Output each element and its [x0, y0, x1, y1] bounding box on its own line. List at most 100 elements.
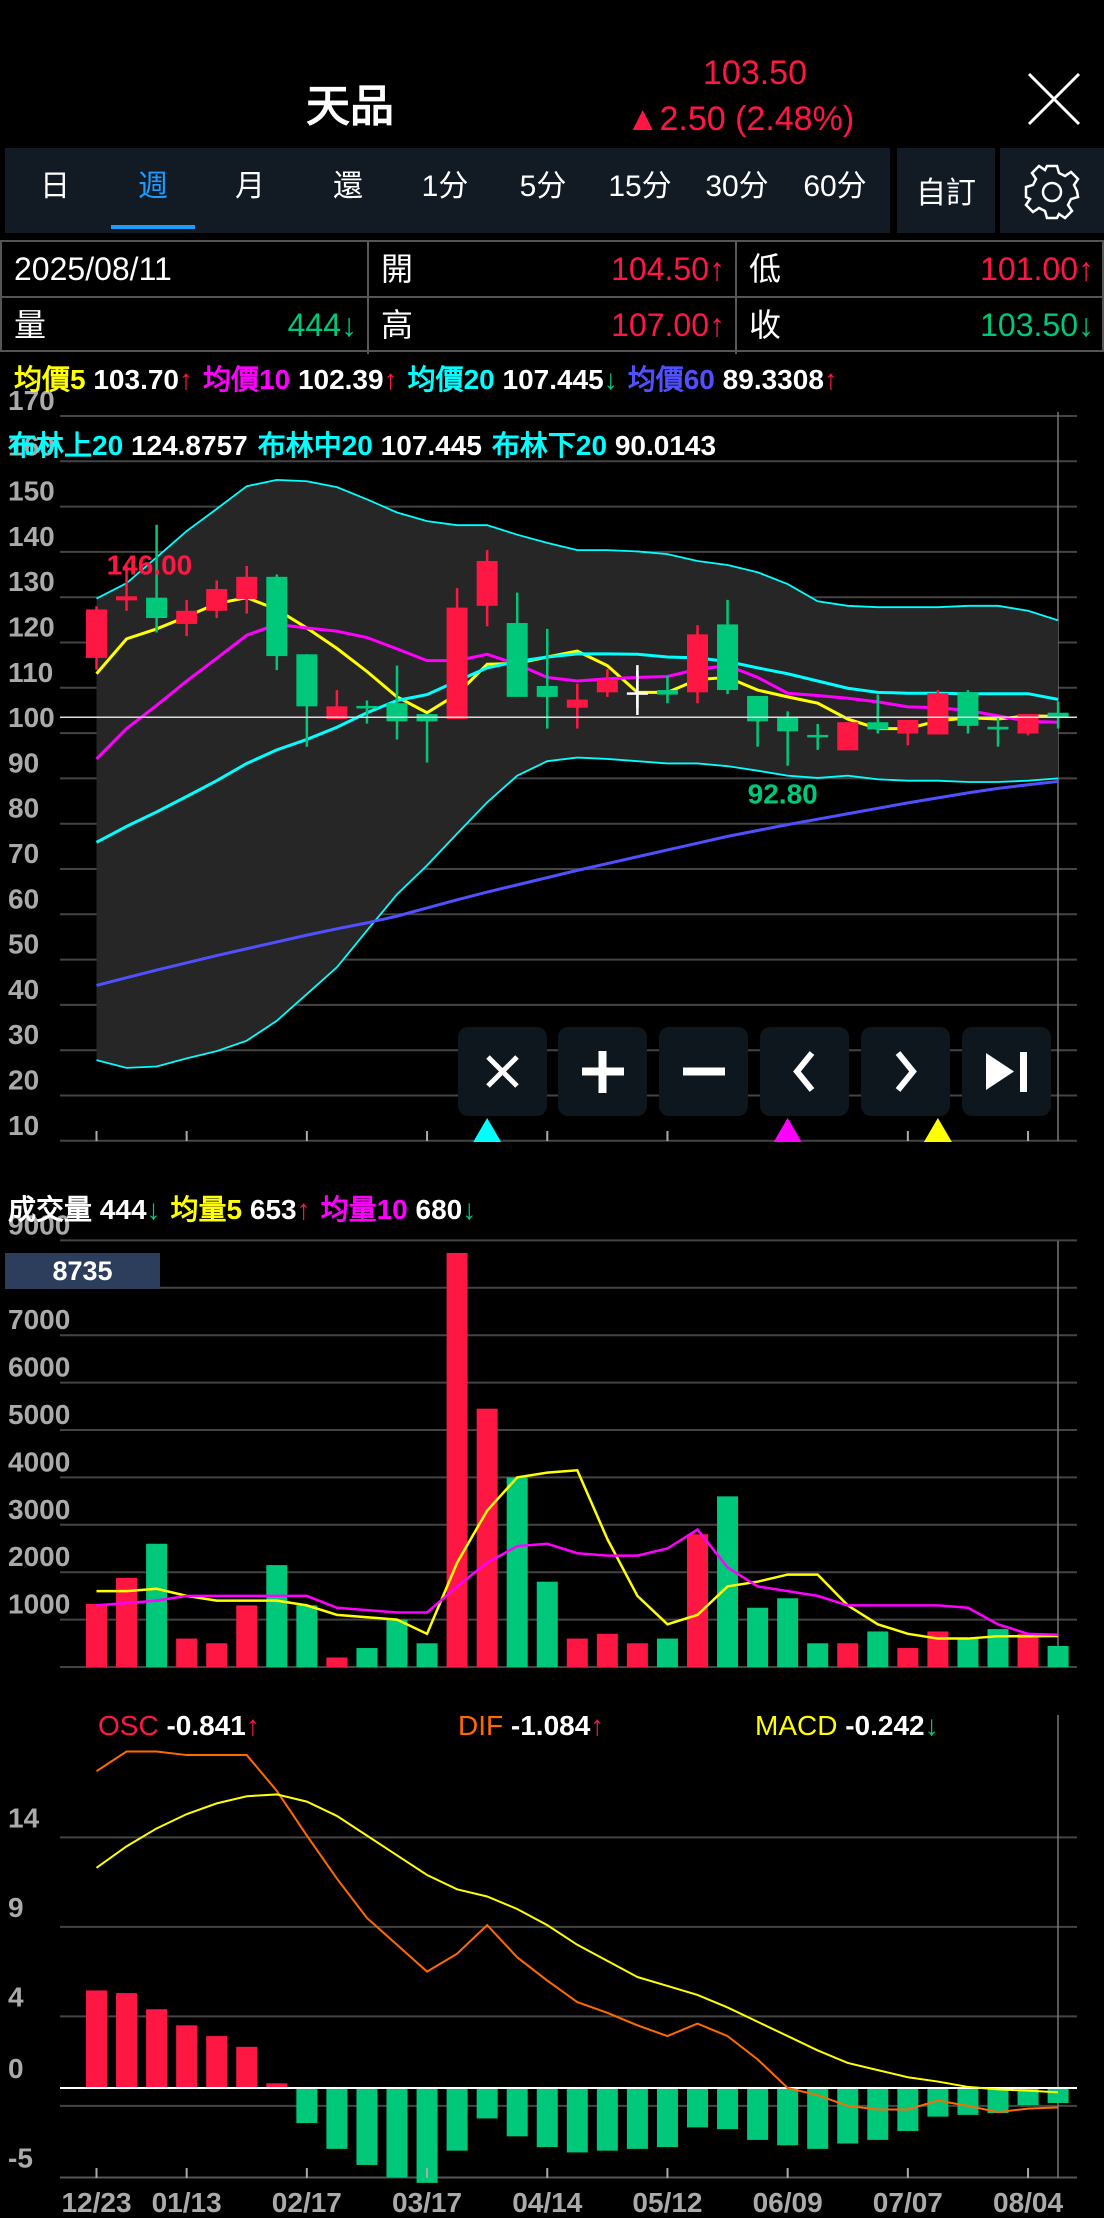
- candle[interactable]: [867, 722, 889, 730]
- legend-gap: [503, 1710, 511, 1741]
- osc-bar[interactable]: [176, 2025, 198, 2088]
- candle[interactable]: [717, 624, 739, 691]
- osc-bar[interactable]: [687, 2088, 708, 2128]
- osc-bar[interactable]: [476, 2088, 498, 2119]
- candle[interactable]: [687, 634, 708, 693]
- candle[interactable]: [446, 607, 468, 720]
- volume-bar[interactable]: [807, 1643, 829, 1667]
- osc-bar[interactable]: [146, 2009, 168, 2088]
- osc-bar[interactable]: [236, 2046, 258, 2088]
- candle[interactable]: [506, 623, 528, 697]
- osc-bar[interactable]: [747, 2088, 769, 2140]
- volume-bar[interactable]: [566, 1638, 588, 1667]
- candle[interactable]: [536, 685, 558, 697]
- candle[interactable]: [566, 699, 588, 708]
- close-crosshair-button[interactable]: [458, 1027, 547, 1116]
- osc-bar[interactable]: [867, 2088, 889, 2140]
- volume-bar[interactable]: [206, 1643, 228, 1667]
- osc-bar[interactable]: [656, 2088, 678, 2148]
- osc-bar[interactable]: [326, 2088, 348, 2149]
- volume-bar[interactable]: [386, 1619, 408, 1667]
- osc-bar[interactable]: [86, 1990, 107, 2088]
- volume-bar[interactable]: [1017, 1633, 1039, 1667]
- candle[interactable]: [146, 597, 168, 619]
- candle[interactable]: [476, 560, 498, 606]
- volume-bar[interactable]: [987, 1629, 1009, 1667]
- osc-bar[interactable]: [596, 2088, 618, 2151]
- volume-bar[interactable]: [296, 1605, 318, 1667]
- volume-bar[interactable]: [717, 1496, 739, 1667]
- volume-bar[interactable]: [326, 1657, 348, 1667]
- volume-bar[interactable]: [176, 1638, 198, 1667]
- candle[interactable]: [176, 610, 198, 624]
- candle[interactable]: [807, 734, 829, 738]
- zoom-in-button[interactable]: [558, 1027, 647, 1116]
- volume-axis-label: 2000: [8, 1541, 70, 1572]
- osc-bar[interactable]: [1047, 2088, 1069, 2104]
- candle[interactable]: [356, 705, 378, 709]
- volume-bar[interactable]: [626, 1643, 648, 1667]
- candle[interactable]: [206, 589, 228, 611]
- osc-bar[interactable]: [296, 2088, 318, 2124]
- osc-bar[interactable]: [626, 2088, 648, 2149]
- osc-bar[interactable]: [717, 2088, 739, 2130]
- volume-bar[interactable]: [416, 1643, 438, 1667]
- candle[interactable]: [777, 717, 799, 732]
- signal-marker[interactable]: [773, 1118, 802, 1142]
- jump-to-latest-button[interactable]: [962, 1027, 1051, 1116]
- candle[interactable]: [236, 576, 258, 600]
- osc-bar[interactable]: [957, 2088, 979, 2115]
- date-axis-label: 06/09: [753, 2187, 823, 2218]
- candle[interactable]: [86, 609, 107, 658]
- candle[interactable]: [927, 693, 949, 735]
- signal-marker[interactable]: [923, 1118, 952, 1142]
- volume-bar[interactable]: [687, 1534, 708, 1667]
- legend-arrow: ↓: [462, 1194, 477, 1225]
- candle[interactable]: [116, 596, 138, 601]
- osc-bar[interactable]: [837, 2088, 859, 2144]
- volume-bar[interactable]: [596, 1633, 618, 1667]
- osc-bar[interactable]: [116, 1993, 138, 2088]
- previous-button[interactable]: [760, 1027, 849, 1116]
- signal-marker[interactable]: [473, 1118, 502, 1142]
- volume-bar[interactable]: [266, 1565, 288, 1667]
- candle[interactable]: [596, 680, 618, 693]
- candle[interactable]: [957, 692, 979, 726]
- legend-value: 124.8757: [130, 430, 248, 461]
- zoom-out-button[interactable]: [659, 1027, 748, 1116]
- osc-bar[interactable]: [386, 2088, 408, 2178]
- osc-bar[interactable]: [987, 2088, 1009, 2114]
- volume-bar[interactable]: [236, 1605, 258, 1667]
- candle[interactable]: [837, 722, 859, 751]
- volume-bar[interactable]: [1047, 1645, 1069, 1667]
- candle[interactable]: [266, 576, 288, 657]
- osc-bar[interactable]: [206, 2036, 228, 2088]
- volume-bar[interactable]: [146, 1543, 168, 1667]
- volume-bar[interactable]: [446, 1252, 468, 1667]
- candle[interactable]: [897, 719, 919, 734]
- volume-bar[interactable]: [86, 1603, 107, 1667]
- volume-bar[interactable]: [476, 1408, 498, 1667]
- osc-bar[interactable]: [356, 2088, 378, 2165]
- candle[interactable]: [386, 703, 408, 722]
- candle[interactable]: [296, 654, 318, 707]
- osc-bar[interactable]: [536, 2088, 558, 2148]
- osc-bar[interactable]: [446, 2088, 468, 2151]
- volume-bar[interactable]: [536, 1581, 558, 1667]
- next-button[interactable]: [861, 1027, 950, 1116]
- volume-bar[interactable]: [777, 1598, 799, 1667]
- legend-gap: [290, 364, 298, 395]
- volume-bar[interactable]: [747, 1607, 769, 1667]
- osc-bar[interactable]: [506, 2088, 528, 2137]
- volume-bar[interactable]: [957, 1638, 979, 1667]
- volume-bar[interactable]: [837, 1643, 859, 1667]
- osc-bar[interactable]: [566, 2088, 588, 2153]
- candle[interactable]: [987, 726, 1009, 730]
- candle[interactable]: [656, 690, 678, 695]
- volume-bar[interactable]: [656, 1638, 678, 1667]
- volume-bar[interactable]: [897, 1648, 919, 1667]
- volume-bar[interactable]: [356, 1648, 378, 1667]
- volume-bar[interactable]: [867, 1631, 889, 1667]
- volume-bar[interactable]: [506, 1477, 528, 1667]
- osc-bar[interactable]: [777, 2088, 799, 2146]
